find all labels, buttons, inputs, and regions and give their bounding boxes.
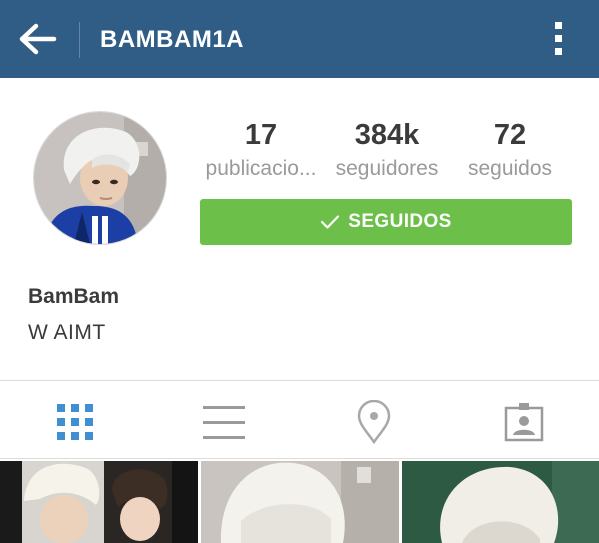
- following-button-label: SEGUIDOS: [348, 211, 452, 232]
- grid-photo-1[interactable]: [0, 461, 198, 543]
- check-icon: [321, 215, 340, 229]
- tab-list[interactable]: [174, 386, 274, 458]
- profile-bio: W AIMT: [28, 321, 106, 344]
- tab-grid[interactable]: [25, 386, 125, 458]
- more-vertical-icon: [555, 22, 562, 55]
- posts-count: 17: [244, 119, 278, 151]
- list-icon: [203, 406, 245, 439]
- following-button[interactable]: SEGUIDOS: [200, 199, 572, 245]
- photo-2: [201, 461, 399, 543]
- profile-full-name: BamBam: [28, 285, 120, 308]
- profile-username: BAMBAM1A: [100, 26, 244, 53]
- followers-stat[interactable]: 384k seguidores: [325, 118, 449, 183]
- grid-photo-2[interactable]: [201, 461, 399, 543]
- arrow-left-icon: [19, 23, 57, 55]
- profile-photo: [34, 112, 166, 244]
- location-pin-icon: [357, 400, 391, 444]
- avatar[interactable]: [34, 112, 166, 244]
- following-count: 72: [493, 119, 527, 151]
- grid-photo-3[interactable]: [402, 461, 599, 543]
- tabs-divider-top: [0, 380, 599, 381]
- tabs-divider-bottom: [0, 458, 599, 459]
- back-button[interactable]: [14, 16, 62, 62]
- posts-label: publicacio...: [205, 157, 317, 180]
- grid-icon: [57, 404, 93, 440]
- photo-3: [402, 461, 599, 543]
- tagged-photos-icon: [504, 403, 544, 442]
- following-stat[interactable]: 72 seguidos: [458, 118, 562, 183]
- followers-label: seguidores: [335, 157, 439, 180]
- toolbar-divider: [79, 22, 80, 58]
- tab-tagged[interactable]: [474, 386, 574, 458]
- tab-location[interactable]: [324, 386, 424, 458]
- followers-count: 384k: [354, 119, 420, 151]
- top-app-bar: BAMBAM1A: [0, 0, 599, 78]
- following-label: seguidos: [467, 157, 553, 180]
- more-options-button[interactable]: [536, 14, 582, 64]
- posts-stat[interactable]: 17 publicacio...: [196, 118, 326, 183]
- photo-1: [0, 461, 198, 543]
